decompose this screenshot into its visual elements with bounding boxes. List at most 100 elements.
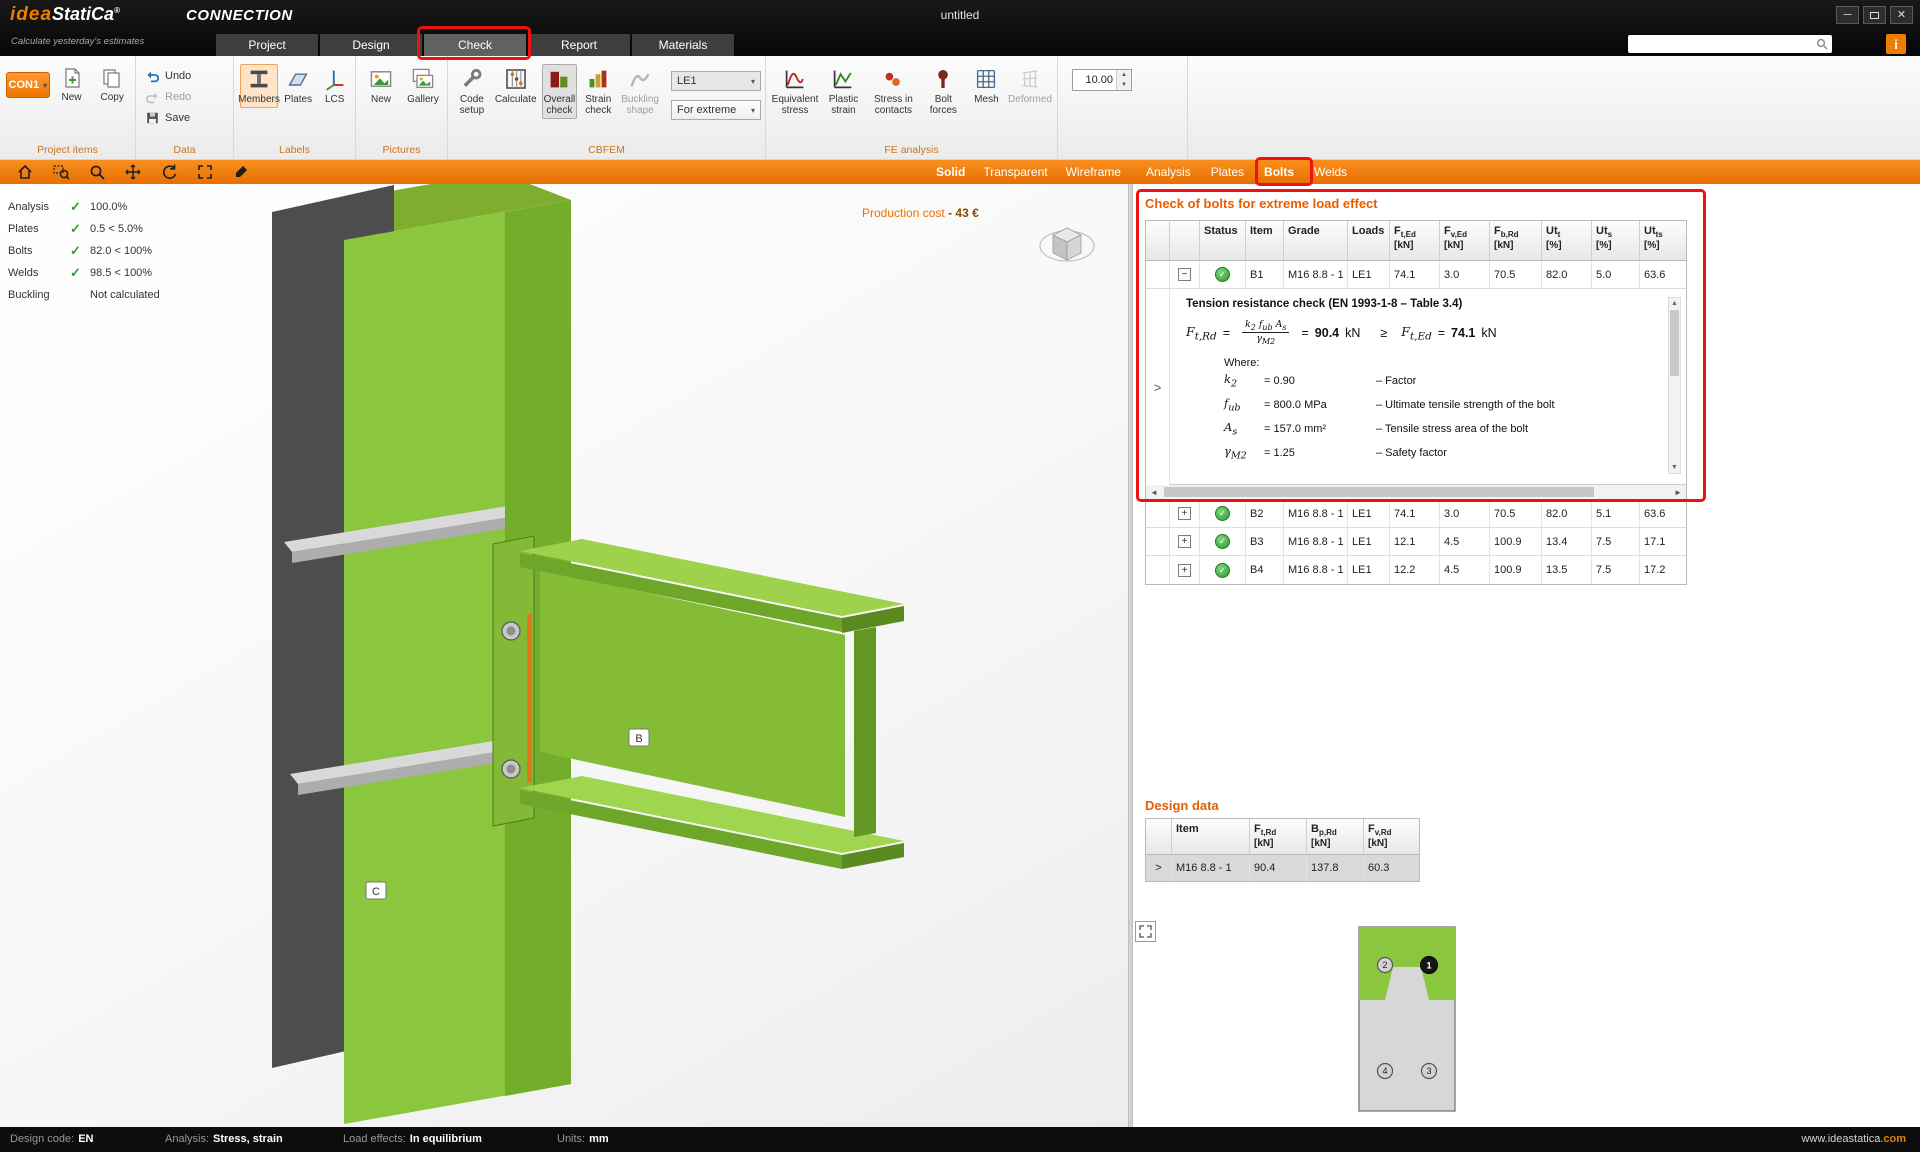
table-horizontal-scrollbar[interactable]: ◄ ► — [1146, 485, 1686, 500]
where-row-as: As= 157.0 mm²– Tensile stress area of th… — [1224, 417, 1658, 441]
tab-plates[interactable]: Plates — [1207, 163, 1248, 181]
website-link[interactable]: www.ideastatica.com — [1801, 1133, 1906, 1145]
info-button[interactable]: i — [1886, 34, 1906, 54]
scroll-up-icon[interactable]: ▲ — [1669, 298, 1680, 309]
ribbon-group-pictures: New Gallery Pictures — [356, 56, 448, 159]
copy-project-item-button[interactable]: Copy — [93, 64, 131, 106]
mode-wireframe[interactable]: Wireframe — [1066, 165, 1121, 179]
bolt-row-b3[interactable]: + ✓ B3 M16 8.8 - 1 LE1 12.1 4.5 100.9 13… — [1146, 528, 1686, 556]
where-row-gamma: γM2= 1.25– Safety factor — [1224, 441, 1658, 465]
design-data-row[interactable]: > M16 8.8 - 1 90.4 137.8 60.3 — [1146, 855, 1419, 881]
header-ut-t: Utt[%] — [1542, 221, 1592, 260]
scroll-down-icon[interactable]: ▼ — [1669, 462, 1680, 473]
design-data-table: Item Ft,Rd[kN] Bp,Rd[kN] Fv,Rd[kN] > M16… — [1145, 818, 1420, 882]
search-input[interactable] — [1632, 37, 1816, 51]
ut-ts-cell: 63.6 — [1640, 500, 1688, 527]
maximize-button[interactable] — [1863, 6, 1886, 24]
save-button[interactable]: Save — [142, 108, 193, 127]
status-cell: ✓ — [1200, 500, 1246, 527]
hscroll-thumb[interactable] — [1164, 487, 1594, 497]
status-ok-icon: ✓ — [1215, 534, 1230, 549]
tab-project[interactable]: Project — [216, 34, 318, 56]
plastic-strain-button[interactable]: Plastic strain — [821, 64, 866, 119]
zoom-window-button[interactable] — [48, 161, 74, 183]
detail-chevron[interactable]: > — [1146, 289, 1170, 485]
zoom-fit-button[interactable] — [192, 161, 218, 183]
mode-transparent[interactable]: Transparent — [983, 165, 1047, 179]
labels-lcs-toggle[interactable]: LCS — [318, 64, 351, 108]
diagram-bolt-2[interactable]: 2 — [1378, 958, 1393, 973]
member-label-beam[interactable]: B — [629, 729, 649, 746]
undo-button[interactable]: Undo — [142, 66, 194, 85]
bolt-forces-button[interactable]: Bolt forces — [921, 64, 966, 119]
expand-toggle[interactable]: + — [1170, 528, 1200, 555]
summary-row-bolts: Bolts✓82.0 < 100% — [8, 240, 160, 262]
diagram-bolt-1-selected[interactable]: 1 — [1421, 957, 1438, 974]
strain-check-button[interactable]: Strain check — [580, 64, 616, 119]
load-case-select[interactable]: LE1▾ — [671, 71, 761, 91]
stress-in-contacts-button[interactable]: Stress in contacts — [869, 64, 918, 119]
check-summary: Analysis✓100.0% Plates✓0.5 < 5.0% Bolts✓… — [8, 196, 160, 306]
chevron-down-icon: ▾ — [751, 77, 755, 86]
redo-button[interactable]: Redo — [142, 87, 194, 106]
spin-down-icon[interactable]: ▼ — [1117, 80, 1131, 90]
row-chevron[interactable]: > — [1146, 855, 1172, 881]
result-panel-tabs: Analysis Plates Bolts Welds — [1142, 160, 1351, 184]
scroll-right-icon[interactable]: ► — [1670, 488, 1686, 497]
tab-report[interactable]: Report — [528, 34, 630, 56]
viewport-3d[interactable]: B C Analysis✓100.0% Plates✓0.5 < 5.0% Bo… — [0, 184, 1128, 1127]
expand-toggle[interactable]: + — [1170, 500, 1200, 527]
tab-bolts[interactable]: Bolts — [1260, 163, 1298, 181]
paint-results-button[interactable] — [228, 161, 254, 183]
loads-cell: LE1 — [1348, 556, 1390, 584]
overall-check-button[interactable]: Overall check — [542, 64, 578, 119]
tab-analysis[interactable]: Analysis — [1142, 163, 1195, 181]
deformed-button[interactable]: Deformed — [1007, 64, 1053, 108]
scroll-left-icon[interactable]: ◄ — [1146, 488, 1162, 497]
render-mode-switch: Solid Transparent Wireframe — [936, 160, 1121, 184]
expand-diagram-button[interactable] — [1135, 921, 1156, 942]
pan-button[interactable] — [120, 161, 146, 183]
member-label-column[interactable]: C — [366, 882, 386, 899]
buckling-shape-label: Buckling shape — [621, 94, 659, 116]
bolt-row-b4[interactable]: + ✓ B4 M16 8.8 - 1 LE1 12.2 4.5 100.9 13… — [1146, 556, 1686, 584]
zoom-button[interactable] — [84, 161, 110, 183]
buckling-shape-button[interactable]: Buckling shape — [619, 64, 661, 119]
close-button[interactable]: ✕ — [1890, 6, 1913, 24]
labels-members-toggle[interactable]: Members — [240, 64, 278, 108]
equivalent-stress-button[interactable]: Equivalent stress — [772, 64, 818, 119]
diagram-bolt-3[interactable]: 3 — [1422, 1064, 1437, 1079]
status-cell: ✓ — [1200, 261, 1246, 288]
minimize-button[interactable]: ─ — [1836, 6, 1859, 24]
picture-gallery-button[interactable]: Gallery — [403, 64, 443, 108]
spin-up-icon[interactable]: ▲ — [1117, 70, 1131, 80]
tab-welds[interactable]: Welds — [1310, 163, 1351, 181]
hscroll-track[interactable] — [1162, 485, 1670, 499]
scrollbar-thumb[interactable] — [1670, 310, 1679, 376]
bolt-row-b1[interactable]: − ✓ B1 M16 8.8 - 1 LE1 74.1 3.0 70.5 82.… — [1146, 261, 1686, 289]
tab-materials[interactable]: Materials — [632, 34, 734, 56]
mesh-button[interactable]: Mesh — [969, 64, 1004, 108]
picture-new-button[interactable]: New — [362, 64, 400, 108]
collapse-toggle[interactable]: − — [1170, 261, 1200, 288]
detail-vertical-scrollbar[interactable]: ▲ ▼ — [1668, 297, 1681, 474]
deformation-scale-spinner[interactable]: 10.00 ▲▼ — [1072, 69, 1132, 91]
code-setup-button[interactable]: Code setup — [454, 64, 490, 119]
labels-plates-toggle[interactable]: Plates — [281, 64, 315, 108]
bolt-row-b2[interactable]: + ✓ B2 M16 8.8 - 1 LE1 74.1 3.0 70.5 82.… — [1146, 500, 1686, 528]
new-project-item-button[interactable]: New — [53, 64, 91, 106]
expand-toggle[interactable]: + — [1170, 556, 1200, 584]
diagram-bolt-4[interactable]: 4 — [1378, 1064, 1393, 1079]
home-view-button[interactable] — [12, 161, 38, 183]
connection-selector[interactable]: CON1▾ — [6, 72, 50, 98]
ut-t-cell: 13.4 — [1542, 528, 1592, 555]
extreme-select[interactable]: For extreme▾ — [671, 100, 761, 120]
ribbon-spacer — [1188, 56, 1920, 159]
calculate-button[interactable]: Calculate — [493, 64, 539, 108]
mode-solid[interactable]: Solid — [936, 165, 965, 179]
tab-check[interactable]: Check — [424, 34, 526, 56]
item-cell: B4 — [1246, 556, 1284, 584]
rotate-button[interactable] — [156, 161, 182, 183]
orientation-cube[interactable] — [1036, 212, 1098, 276]
tab-design[interactable]: Design — [320, 34, 422, 56]
